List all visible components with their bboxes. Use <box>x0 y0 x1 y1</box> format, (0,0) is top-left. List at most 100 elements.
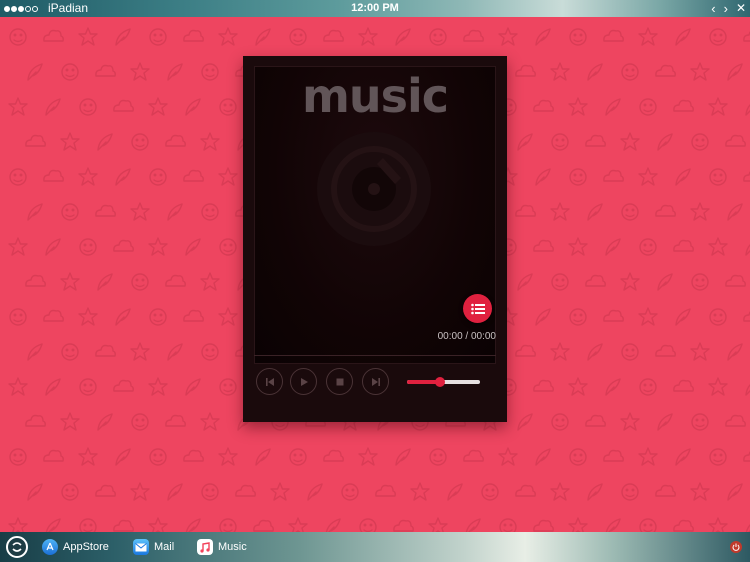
background-doodle-icon <box>727 343 743 361</box>
background-doodle-icon <box>61 203 79 221</box>
background-doodle-icon <box>200 412 220 431</box>
background-doodle-icon <box>515 204 536 217</box>
background-doodle-icon <box>45 378 61 396</box>
background-doodle-icon <box>657 273 673 291</box>
background-doodle-icon <box>690 202 710 221</box>
ipadian-desktop: iPadian 12:00 PM ‹ › ✕ music 00:00 / 00:… <box>0 0 750 562</box>
background-doodle-icon <box>691 413 709 431</box>
background-doodle-icon <box>725 414 746 427</box>
background-doodle-icon <box>167 483 183 501</box>
background-doodle-icon <box>219 378 237 396</box>
background-doodle-icon <box>447 483 463 501</box>
background-doodle-icon <box>131 133 149 151</box>
background-doodle-icon <box>185 378 201 396</box>
background-doodle-icon <box>185 98 201 116</box>
background-doodle-icon <box>45 98 61 116</box>
background-doodle-icon <box>551 273 569 291</box>
background-doodle-icon <box>25 274 46 287</box>
background-doodle-icon <box>323 29 344 42</box>
play-button[interactable] <box>290 368 317 395</box>
background-doodle-icon <box>535 308 551 326</box>
background-doodle-icon <box>655 344 676 357</box>
dock-app-appstore[interactable]: AppStore <box>42 539 109 555</box>
background-doodle-icon <box>709 168 727 186</box>
background-doodle-icon <box>743 29 750 42</box>
power-icon[interactable] <box>730 541 742 553</box>
dock-app-music[interactable]: Music <box>197 539 247 555</box>
background-doodle-icon <box>43 309 64 322</box>
background-doodle-icon <box>358 447 378 466</box>
appstore-icon <box>42 539 58 555</box>
background-doodle-icon <box>79 518 97 532</box>
volume-knob[interactable] <box>434 377 445 387</box>
background-doodle-icon <box>45 518 61 532</box>
background-doodle-icon <box>673 519 694 532</box>
background-doodle-icon <box>9 168 27 186</box>
background-doodle-icon <box>185 238 201 256</box>
background-doodle-icon <box>148 97 168 116</box>
background-doodle-icon <box>535 448 551 466</box>
background-doodle-icon <box>61 343 79 361</box>
previous-button[interactable] <box>256 368 283 395</box>
background-doodle-icon <box>78 167 98 186</box>
background-doodle-icon <box>27 343 43 361</box>
background-doodle-icon <box>288 517 308 532</box>
dock-app-mail[interactable]: Mail <box>133 539 174 555</box>
background-doodle-icon <box>95 64 116 77</box>
background-doodle-icon <box>481 483 499 501</box>
background-doodle-icon <box>148 237 168 256</box>
ipadian-logo-icon[interactable] <box>6 536 28 558</box>
background-doodle-icon <box>289 448 307 466</box>
background-doodle-icon <box>185 518 201 532</box>
background-doodle-icon <box>709 448 727 466</box>
background-doodle-icon <box>569 168 587 186</box>
stop-button[interactable] <box>326 368 353 395</box>
background-doodle-icon <box>395 28 411 46</box>
background-doodle-icon <box>673 379 694 392</box>
background-doodle-icon <box>517 413 533 431</box>
background-doodle-icon <box>9 448 27 466</box>
background-doodle-icon <box>569 28 587 46</box>
chevron-left-icon[interactable]: ‹ <box>711 0 715 17</box>
background-doodle-icon <box>587 203 603 221</box>
background-doodle-icon <box>533 519 554 532</box>
background-doodle-icon <box>218 27 238 46</box>
background-doodle-icon <box>60 272 80 291</box>
background-doodle-icon <box>515 64 536 77</box>
background-doodle-icon <box>535 168 551 186</box>
background-doodle-icon <box>95 484 116 497</box>
background-doodle-icon <box>691 273 709 291</box>
background-doodle-icon <box>429 448 447 466</box>
chevron-right-icon[interactable]: › <box>724 0 728 17</box>
background-doodle-icon <box>639 238 657 256</box>
background-doodle-icon <box>639 98 657 116</box>
background-doodle-icon <box>657 133 673 151</box>
background-doodle-icon <box>358 27 378 46</box>
background-doodle-icon <box>498 447 518 466</box>
background-doodle-icon <box>550 342 570 361</box>
background-doodle-icon <box>8 517 28 532</box>
background-doodle-icon <box>149 168 167 186</box>
next-button[interactable] <box>362 368 389 395</box>
playlist-button[interactable] <box>463 294 492 323</box>
background-doodle-icon <box>569 308 587 326</box>
background-doodle-icon <box>253 519 274 532</box>
background-doodle-icon <box>621 343 639 361</box>
background-doodle-icon <box>43 29 64 42</box>
background-doodle-icon <box>9 308 27 326</box>
background-doodle-icon <box>8 377 28 396</box>
background-doodle-icon <box>149 448 167 466</box>
background-doodle-icon <box>78 307 98 326</box>
background-doodle-icon <box>27 63 43 81</box>
close-icon[interactable]: ✕ <box>736 0 746 17</box>
background-doodle-icon <box>515 484 536 497</box>
background-doodle-icon <box>620 272 640 291</box>
background-doodle-icon <box>341 483 359 501</box>
background-doodle-icon <box>60 412 80 431</box>
background-doodle-icon <box>428 517 448 532</box>
background-doodle-icon <box>130 202 150 221</box>
volume-slider[interactable] <box>407 377 480 387</box>
background-doodle-icon <box>745 238 750 256</box>
background-doodle-icon <box>620 132 640 151</box>
background-doodle-icon <box>709 308 727 326</box>
